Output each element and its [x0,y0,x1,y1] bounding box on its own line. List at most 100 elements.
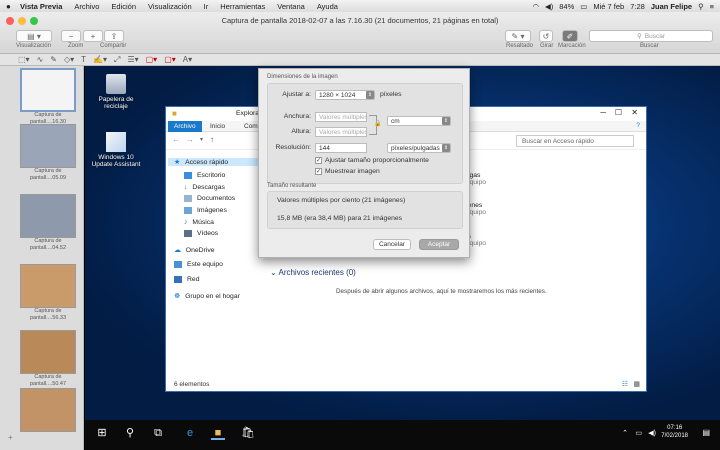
adjust-size-icon[interactable]: ⤢ [114,55,120,65]
menu-herramientas[interactable]: Herramientas [214,2,271,11]
recycle-bin[interactable]: Papelera de reciclaje [91,74,141,110]
wifi-icon[interactable]: ◠ [532,2,539,11]
thumbnail-item[interactable]: Captura de pantall....50.47 [20,330,76,388]
store-icon[interactable]: 🛍 [241,426,255,440]
thumbnail-item[interactable]: Captura de pantall....56.33 [20,264,76,322]
music-icon: ♪ [184,219,188,226]
thumbnail-item[interactable]: Captura de pantall....05.09 [20,124,76,182]
sign-tool-icon[interactable]: ✍▾ [93,55,107,64]
zoom-out-button[interactable]: − [61,30,81,42]
text-style-icon[interactable]: A▾ [183,55,192,64]
help-icon[interactable]: ? [636,122,640,129]
nav-item-downloads[interactable]: ↓ Descargas [184,184,225,191]
star-icon: ★ [174,159,181,166]
large-icons-view-icon[interactable]: ▦ [633,380,640,388]
resolution-unit-select[interactable]: píxeles/pulgadas ⇕ [387,143,451,153]
nav-item-quick-access[interactable]: ★ Acceso rápido [168,158,260,166]
nav-item-this-pc[interactable]: Este equipo [174,261,223,268]
search-icon[interactable]: ⚲ [698,2,704,11]
up-icon[interactable]: ↑ [210,135,214,144]
menu-app-name[interactable]: Vista Previa [14,2,68,11]
network-tray-icon[interactable]: ▭ [635,429,642,437]
edge-icon[interactable]: e [183,426,197,440]
lock-icon[interactable]: 🔒 [374,120,381,127]
markup-button[interactable]: ✐ [562,30,578,42]
accept-button[interactable]: Aceptar [419,239,459,250]
tab-inicio[interactable]: Inicio [204,121,231,132]
windows-logo-icon [106,132,126,152]
recent-files-header[interactable]: ⌄ Archivos recientes (0) [270,268,356,277]
width-input[interactable]: Valores múltiples [315,112,367,122]
close-icon[interactable]: ✕ [631,108,638,117]
nav-item-documents[interactable]: Documentos [184,195,235,202]
proportional-checkbox[interactable]: ✓ Ajustar tamaño proporcionalmente [315,157,429,164]
thumbnail-item[interactable] [20,388,76,432]
nav-item-network[interactable]: Red [174,276,199,283]
border-color-icon[interactable]: ▢▾ [146,55,158,64]
tab-archivo[interactable]: Archivo [168,121,202,132]
recycle-bin-icon [106,74,126,94]
recent-locations-icon[interactable]: ▾ [200,136,203,143]
resample-checkbox[interactable]: ✓ Muestrear imagen [315,168,380,175]
explorer-search-input[interactable]: Buscar en Acceso rápido [516,135,634,147]
share-button[interactable]: ⇪ [104,30,124,42]
draw-tool-icon[interactable]: ✎ [50,55,57,64]
menu-list-icon[interactable]: ≡ [710,2,714,11]
view-button[interactable]: ▤ ▾ [16,30,52,42]
menu-archivo[interactable]: Archivo [68,2,105,11]
menu-ir[interactable]: Ir [198,2,215,11]
maximize-icon[interactable]: ☐ [615,108,622,117]
update-assistant[interactable]: Windows 10 Update Assistant [87,132,145,168]
notifications-icon[interactable]: ▤ [702,428,710,437]
fill-color-icon[interactable]: ▢▾ [164,55,176,64]
minimize-icon[interactable]: ─ [600,108,606,117]
nav-item-homegroup[interactable]: ☸ Grupo en el hogar [174,292,240,301]
forward-icon[interactable]: → [186,135,194,144]
tray-chevron-icon[interactable]: ⌃ [622,429,628,437]
height-input[interactable]: Valores múltiples [315,127,367,137]
thumbnail-sidebar: Captura de pantall....16.30 Captura de p… [0,66,84,450]
details-view-icon[interactable]: ☷ [622,380,628,388]
shapes-tool-icon[interactable]: ◇▾ [64,55,74,64]
task-view-icon[interactable]: ⧉ [151,426,165,440]
nav-item-desktop[interactable]: Escritorio [184,172,225,179]
windows-start-icon[interactable]: ⊞ [95,426,109,440]
taskbar-clock[interactable]: 07:16 7/02/2018 [661,424,688,440]
menubar-date[interactable]: Mié 7 feb [593,2,624,11]
fit-select[interactable]: 1280 × 1024 ⇕ [315,90,375,100]
thumbnail-image [20,124,76,168]
add-icon[interactable]: + [8,433,13,442]
selection-tool-icon[interactable]: ⬚▾ [18,55,30,64]
zoom-in-button[interactable]: + [83,30,103,42]
size-unit-select[interactable]: cm ⇕ [387,116,451,126]
search-placeholder: Buscar [644,32,665,40]
highlight-button[interactable]: ✎ ▾ [505,30,531,42]
menu-edicion[interactable]: Edición [105,2,142,11]
menu-ventana[interactable]: Ventana [271,2,311,11]
nav-item-onedrive[interactable]: ☁ OneDrive [174,246,215,255]
cancel-button[interactable]: Cancelar [373,239,411,250]
menu-ayuda[interactable]: Ayuda [311,2,344,11]
search-input[interactable]: ⚲ Buscar [589,30,713,42]
rotate-button[interactable]: ↺ [539,30,553,42]
nav-item-music[interactable]: ♪ Música [184,219,214,226]
thumbnail-item[interactable]: Captura de pantall....04.52 [20,194,76,252]
apple-menu-icon[interactable]: ● [0,2,14,11]
text-tool-icon[interactable]: T [81,55,86,64]
menubar-user[interactable]: Juan Felipe [651,2,692,11]
volume-icon[interactable]: ◀) [545,2,553,11]
resolution-input[interactable]: 144 [315,143,367,153]
line-style-icon[interactable]: ☰▾ [127,55,138,64]
battery-percent[interactable]: 84% [559,2,574,11]
nav-item-videos[interactable]: Vídeos [184,230,218,237]
nav-item-pictures[interactable]: Imágenes [184,207,227,214]
resolution-unit-value: píxeles/pulgadas [391,145,440,152]
thumbnail-item[interactable]: Captura de pantall....16.30 [20,68,76,126]
sketch-tool-icon[interactable]: ∿ [37,55,44,64]
volume-tray-icon[interactable]: ◀) [648,429,656,437]
file-explorer-icon[interactable]: ■ [211,426,225,440]
menubar-time[interactable]: 7:28 [630,2,645,11]
menu-visualizacion[interactable]: Visualización [142,2,198,11]
search-icon[interactable]: ⚲ [123,426,137,440]
back-icon[interactable]: ← [172,135,180,144]
